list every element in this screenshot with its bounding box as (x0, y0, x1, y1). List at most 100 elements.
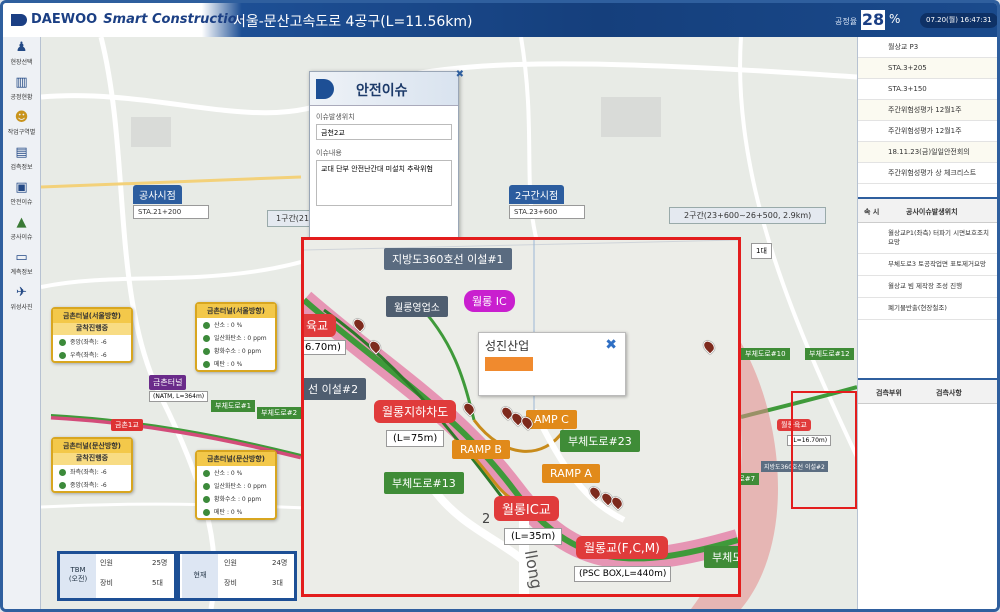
content-label: 이슈내용 (316, 149, 342, 157)
sidebar-item-label: 공사이슈 (10, 234, 33, 241)
list-item[interactable]: 월상교 P3 (858, 37, 997, 58)
logo-text: DAEWOO (31, 12, 98, 27)
sidebar-item-progress[interactable]: ▥ 공정현황 (3, 72, 40, 107)
fcm-bridge-label[interactable]: 월롱교(F,C,M) (576, 536, 668, 559)
top-list: 월상교 P3 STA.3+205 STA.3+150 주간위험성평가 12월1주… (858, 37, 997, 184)
list-item[interactable]: 월상교P1(좌측) 터파기 시면보호조치요망 (858, 223, 997, 254)
jibangdo-label[interactable]: 지방도360호선 이설#1 (384, 248, 512, 270)
bar-chart-icon: ▥ (15, 75, 28, 90)
status-dot-icon (59, 352, 66, 359)
sidebar-item-label: 계측정보 (10, 269, 33, 276)
popup-logo-icon (316, 79, 334, 99)
company-logo: DAEWOO Smart Construction (11, 12, 246, 27)
list-item[interactable]: 폐기물반출(현장철조) (858, 298, 997, 320)
list-item[interactable]: 주간위험성평가 12월1주 (858, 100, 997, 121)
inspection-header-b: 검측사항 (936, 389, 962, 397)
sidebar-item-label: 작업구역별 (7, 129, 36, 136)
location-field[interactable]: 금천2교 (316, 124, 452, 140)
info-popup-title: 성진산업 (485, 339, 530, 353)
status-dot-icon (59, 469, 66, 476)
ramp-b-label[interactable]: RAMP B (452, 440, 510, 459)
bujero-cut-label[interactable]: 부체도 (704, 546, 738, 568)
sidebar-item-safety[interactable]: ▣ 안전이슈 (3, 177, 40, 212)
panel-title: 금촌터널(서울방향) (197, 304, 275, 318)
ic-bridge-length: (L=35m) (504, 528, 563, 545)
stats-row2-left: 5대 (152, 579, 163, 587)
ic-bridge-label[interactable]: 월롱IC교 (494, 496, 559, 521)
info-popup-close-icon[interactable]: ✖ (605, 337, 617, 353)
sidebar-item-label: 검측정보 (10, 164, 33, 171)
sidebar-item-site-select[interactable]: ♟ 현장선택 (3, 37, 40, 72)
map-view[interactable]: 공사시점 STA.21+200 2구간시점 STA.23+600 1구간(21 … (41, 37, 857, 609)
wolrong-office-label[interactable]: 월롱영업소 (386, 296, 448, 317)
stats-row1-right: 24명 (272, 559, 288, 567)
sidebar-item-work-zone[interactable]: ☻ 작업구역별 (3, 107, 40, 142)
bujero12-label[interactable]: 부체도로#12 (805, 348, 854, 360)
tunnel-label[interactable]: 금촌터널 (149, 375, 187, 390)
sidebar-item-label: 안전이슈 (10, 199, 33, 206)
secondary-highlight-frame (791, 391, 857, 509)
info-popup[interactable]: 성진산업 ✖ (478, 332, 626, 396)
bridge1-label[interactable]: 금촌1교 (111, 419, 143, 431)
stats-row2-label-right: 장비 (224, 579, 237, 587)
tunnel-munsan-dig-panel[interactable]: 금촌터널(문산방향) 굴착진행중 좌측(좌측): -6 중앙(좌측): -6 (51, 437, 133, 493)
zoom-frame[interactable]: 지방도360호선 이설#1 월롱영업소 월롱 IC 육교 6.70m) 선 이설… (301, 237, 741, 597)
sidebar-item-inspection[interactable]: ▤ 검측정보 (3, 142, 40, 177)
ramp-c-label[interactable]: AMP C (526, 410, 577, 429)
content-field[interactable]: 교대 단부 안전난간대 미설치 추락위험 (316, 160, 452, 206)
list-item[interactable]: 18.11.23(금)일일안전회의 (858, 142, 997, 163)
underpass-label[interactable]: 월롱지하차도 (374, 400, 457, 423)
bujero10-label[interactable]: 부체도로#10 (741, 348, 790, 360)
panel-subtitle: 굴착진행중 (53, 453, 131, 465)
tunnel-munsan-gas-panel[interactable]: 금촌터널(문산방향) 산소 : 0 % 일산화탄소 : 0 ppm 황화수소 :… (195, 450, 277, 520)
sidebar-item-construction[interactable]: ▲ 공사이슈 (3, 212, 40, 247)
issue-header-no: 속 시 (864, 208, 880, 216)
list-item[interactable]: STA.3+150 (858, 79, 997, 100)
popup-close-icon[interactable]: ✖ (456, 69, 464, 80)
status-dot-icon (203, 335, 210, 342)
panel-row-text: 중앙(좌측): -6 (70, 339, 107, 346)
safety-issue-popup[interactable]: 안전이슈 ✖ 이슈발생위치 금천2교 이슈내용 교대 단부 안전난간대 미설치 … (309, 69, 464, 241)
bujero23-label[interactable]: 부체도로#23 (560, 430, 640, 452)
panel-title: 금촌터널(문산방향) (197, 452, 275, 466)
document-icon: ▣ (15, 180, 28, 195)
panel-row: 우측(좌측): -6 (53, 348, 131, 361)
start-point-tag[interactable]: 공사시점 (133, 185, 182, 204)
section2-tag[interactable]: 2구간시점 (509, 185, 565, 204)
start-point-sta: STA.21+200 (133, 205, 209, 219)
status-dot-icon (203, 483, 210, 490)
section3-label: 1대 (751, 243, 772, 259)
stats-tbm-sub: (오전) (68, 575, 88, 583)
tunnel-seoul-gas-panel[interactable]: 금촌터널(서울방향) 산소 : 0 % 일산화탄소 : 0 ppm 황화수소 :… (195, 302, 277, 372)
panel-row: 황화수소 : 0 ppm (197, 492, 275, 505)
panel-row: 산소 : 0 % (197, 318, 275, 331)
wolrong-ic-tag[interactable]: 월롱 IC (464, 290, 515, 312)
list-item[interactable]: 주간위험성평가 상 체크리스트 (858, 163, 997, 184)
panel-row-text: 우측(좌측): -6 (70, 352, 107, 359)
sidebar-item-satellite[interactable]: ✈ 위성사진 (3, 282, 40, 317)
panel-row: 황화수소 : 0 ppm (197, 344, 275, 357)
isul2-label[interactable]: 선 이설#2 (304, 378, 367, 400)
project-title: 서울-문산고속도로 4공구(L=11.56km) (233, 14, 473, 30)
sidebar-item-label: 위성사진 (10, 304, 33, 311)
panel-row-text: 산소 : 0 % (214, 470, 243, 477)
bujero2-label[interactable]: 부체도로#2 (257, 407, 302, 419)
right-panel: 월상교 P3 STA.3+205 STA.3+150 주간위험성평가 12월1주… (857, 37, 997, 609)
bujero1-label[interactable]: 부체도로#1 (211, 400, 256, 412)
progress-label: 공정율 (835, 17, 858, 26)
clipboard-icon: ▤ (15, 145, 28, 160)
list-item[interactable]: 부체도로3 토공작업면 표토제거요망 (858, 254, 997, 276)
yukgyo-label[interactable]: 육교 (304, 314, 337, 337)
list-item[interactable]: 월상교 빔 제작장 조성 진행 (858, 276, 997, 298)
status-dot-icon (203, 361, 210, 368)
sidebar: ♟ 현장선택 ▥ 공정현황 ☻ 작업구역별 ▤ 검측정보 ▣ 안전이슈 ▲ 공사이슈 ▭ 계측… (3, 37, 41, 609)
panel-row-text: 중앙(좌측): -6 (70, 482, 107, 489)
list-item[interactable]: STA.3+205 (858, 58, 997, 79)
list-item[interactable]: 주간위험성평가 12월1주 (858, 121, 997, 142)
popup-header: 안전이슈 ✖ (310, 69, 464, 106)
tunnel-seoul-dig-panel[interactable]: 금촌터널(서울방향) 굴착진행중 중앙(좌측): -6 우측(좌측): -6 (51, 307, 133, 363)
ramp-a-label[interactable]: RAMP A (542, 464, 600, 483)
sidebar-item-measurement[interactable]: ▭ 계측정보 (3, 247, 40, 282)
bujero13-label[interactable]: 부체도로#13 (384, 472, 464, 494)
monitor-icon: ▭ (15, 250, 28, 265)
